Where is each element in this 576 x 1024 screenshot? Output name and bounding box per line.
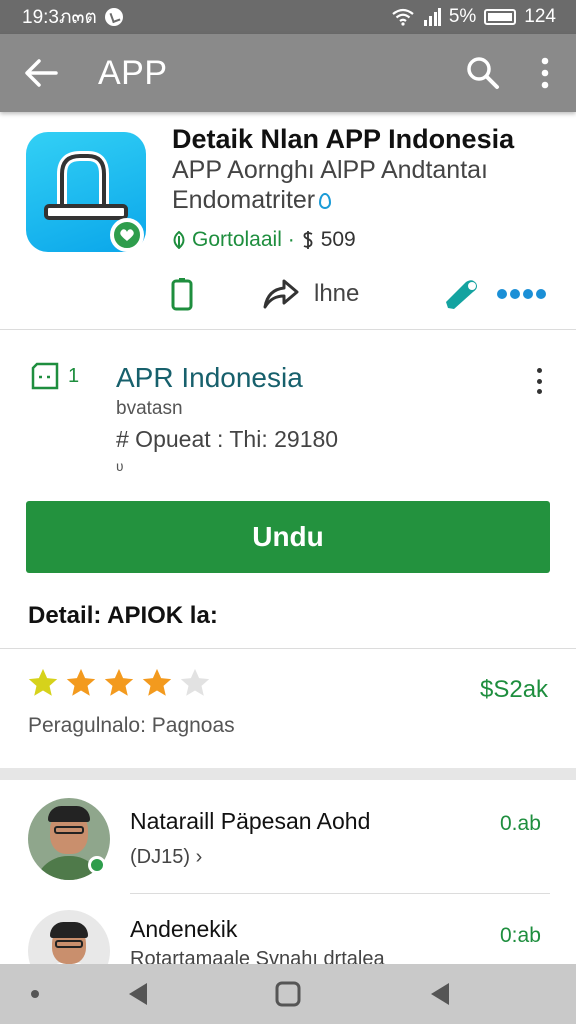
app-price: 509: [320, 228, 356, 251]
avatar-hair: [48, 806, 90, 822]
signal-icon: [423, 8, 441, 26]
navigation-bar: [0, 964, 576, 1024]
home-square-icon: [275, 981, 301, 1007]
dots-icon: [497, 289, 546, 299]
app-meta: Gortolaail · 509: [172, 228, 356, 252]
notification-icon: [104, 8, 123, 26]
more-dot: [536, 389, 542, 394]
star-icon: [142, 668, 172, 696]
device-button[interactable]: [170, 270, 194, 318]
nav-recents-button[interactable]: [412, 964, 468, 1024]
status-right-text: 124: [524, 6, 556, 27]
nav-back-button[interactable]: [110, 964, 166, 1024]
divider: [130, 893, 550, 894]
more-dots-button[interactable]: [496, 270, 550, 318]
app-subtitle-line2-text: Endomatriter: [172, 186, 316, 214]
review-sub: (DJ15) ›: [130, 846, 203, 868]
star-icon: [104, 668, 134, 696]
verified-badge-icon: [110, 218, 144, 252]
online-status-icon: [88, 856, 106, 874]
review-size: 0:ab: [500, 924, 541, 947]
status-time: 19:3ภ๓ต: [22, 7, 97, 28]
status-bar: 19:3ภ๓ต 5% 124: [0, 0, 576, 34]
more-vert-icon: [541, 57, 549, 89]
listing-number: 1: [68, 364, 80, 387]
rating-price: $S2ak: [480, 676, 549, 703]
edit-button[interactable]: [442, 270, 482, 318]
search-icon: [467, 57, 499, 89]
star-icon: [28, 668, 58, 696]
install-button[interactable]: Undu: [26, 501, 550, 573]
divider: [0, 648, 576, 649]
details-title: Detail: APIOK la:: [28, 602, 218, 629]
dollar-icon: [303, 231, 313, 249]
overflow-menu-button[interactable]: [514, 34, 576, 112]
phone-icon: [171, 278, 193, 311]
back-triangle-icon: [129, 983, 147, 1005]
back-arrow-icon: [25, 59, 58, 87]
nav-dot[interactable]: [20, 964, 50, 1024]
app-title: Detaik Nlan APP Indonesia: [172, 124, 515, 154]
recents-triangle-icon: [431, 983, 449, 1005]
app-bar-title: APP: [98, 53, 168, 92]
search-button[interactable]: [452, 34, 514, 112]
app-subtitle-line2: Endomatriter: [172, 186, 332, 215]
app-subtitle-line1: APP Aornghı AlPP Andtantaı: [172, 156, 488, 184]
listing-badge: 1: [30, 362, 79, 390]
review-name[interactable]: Nataraill Päpesan Aohd: [130, 808, 370, 835]
battery-percent: 5%: [448, 6, 477, 27]
listing-more-button[interactable]: [524, 364, 554, 398]
wifi-icon: [392, 8, 414, 26]
review-size: 0.ab: [500, 812, 541, 835]
divider: [0, 329, 576, 330]
section-divider: [0, 768, 576, 780]
card-icon: [31, 362, 59, 390]
pen-icon: [446, 280, 477, 309]
app-bar: APP: [0, 34, 576, 112]
app-developer[interactable]: Gortolaail ·: [192, 228, 295, 252]
listing-update: # Opueat : Thi: 29180: [116, 426, 339, 452]
back-button[interactable]: [0, 34, 82, 112]
listing-small: ʋ: [116, 458, 124, 474]
star-empty-icon: [180, 668, 210, 696]
share-icon: [263, 279, 299, 309]
rating-label: Peragulnalo: Pagnoas: [28, 714, 235, 737]
rating-stars: [26, 666, 212, 700]
avatar-hair: [50, 922, 88, 938]
nav-home-button[interactable]: [260, 964, 316, 1024]
battery-icon: [484, 9, 517, 25]
drop-icon: [319, 193, 332, 209]
star-icon: [66, 668, 96, 696]
dot-icon: [31, 990, 39, 998]
share-button[interactable]: lhne: [262, 270, 359, 318]
review-name[interactable]: Andenekik: [130, 916, 237, 943]
leaf-icon: [173, 231, 185, 249]
more-vert-icon: [536, 368, 542, 373]
avatar-glasses: [54, 826, 84, 834]
action-row: lhne: [0, 270, 576, 318]
listing-name[interactable]: APR Indonesia: [116, 362, 303, 394]
avatar-glasses: [55, 940, 83, 948]
more-dot: [536, 378, 542, 384]
share-label: lhne: [314, 280, 360, 307]
listing-tag: bvatasn: [116, 398, 183, 419]
